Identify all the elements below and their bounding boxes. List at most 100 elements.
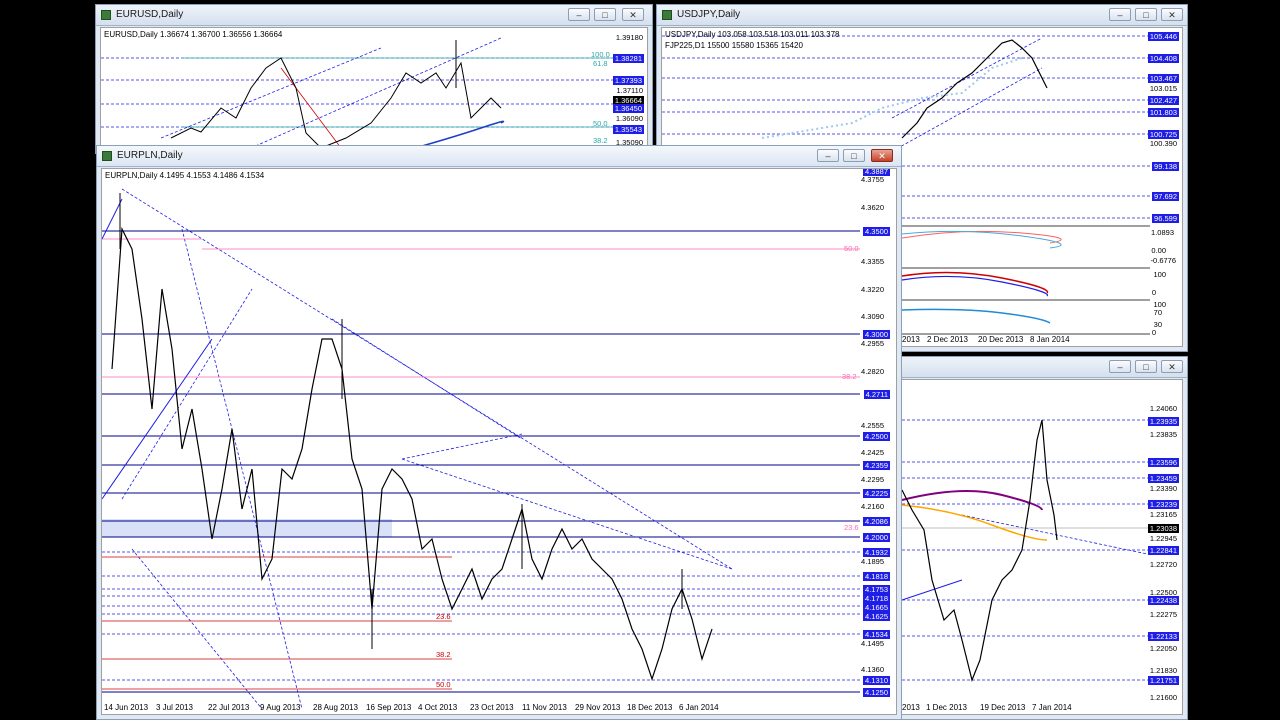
- eurusd-titlebar[interactable]: EURUSD,Daily – □ ✕: [96, 5, 652, 26]
- price-label: 4.2955: [861, 339, 884, 348]
- price-tag: 1.22841: [1147, 546, 1179, 555]
- time-label: 29 Nov 2013: [575, 703, 621, 712]
- price-label: 4.2425: [861, 448, 884, 457]
- price-tag: 105.446: [1147, 32, 1179, 41]
- price-tag: 104.408: [1147, 54, 1179, 63]
- close-button[interactable]: ✕: [622, 8, 644, 21]
- maximize-button[interactable]: □: [843, 149, 865, 162]
- price-tag: 1.37393: [612, 76, 644, 85]
- price-label: 4.3090: [861, 312, 884, 321]
- price-label: 1.23390: [1149, 484, 1177, 493]
- eurpln-window[interactable]: EURPLN,Daily – □ ✕ EURPLN,Daily 4.1495 4…: [96, 145, 902, 720]
- osc-label: 0.00: [1151, 246, 1166, 255]
- price-tag: 1.23935: [1147, 417, 1179, 426]
- price-tag: 4.1665: [863, 603, 890, 612]
- price-tag: 1.23459: [1147, 474, 1179, 483]
- osc-label: 0: [1151, 288, 1156, 297]
- close-button[interactable]: ✕: [1161, 360, 1183, 373]
- price-tag: 1.23239: [1147, 500, 1179, 509]
- price-label: 1.23835: [1149, 430, 1177, 439]
- eurusd-window[interactable]: EURUSD,Daily – □ ✕ EURUSD,Daily 1.36674 …: [95, 4, 653, 154]
- time-label: 9 Aug 2013: [260, 703, 301, 712]
- time-label: 2013: [902, 335, 920, 344]
- current-price-tag: 1.23038: [1147, 524, 1179, 533]
- minimize-button[interactable]: –: [1109, 8, 1131, 21]
- price-tag: 1.23596: [1147, 458, 1179, 467]
- price-tag: 4.2500: [863, 432, 890, 441]
- fib-label: 23.6: [844, 523, 859, 532]
- time-label: 20 Dec 2013: [978, 335, 1024, 344]
- price-label: 4.2295: [861, 475, 884, 484]
- price-label: 1.23165: [1149, 510, 1177, 519]
- maximize-button[interactable]: □: [594, 8, 616, 21]
- price-tag: 4.1818: [863, 572, 890, 581]
- eurpln-titlebar[interactable]: EURPLN,Daily – □ ✕: [97, 146, 901, 167]
- time-label: 6 Jan 2014: [679, 703, 719, 712]
- time-label: 2013: [902, 703, 920, 712]
- price-tag: 4.2000: [863, 533, 890, 542]
- chart-window-icon: [102, 151, 112, 161]
- time-label: 1 Dec 2013: [926, 703, 967, 712]
- time-label: 8 Jan 2014: [1030, 335, 1070, 344]
- price-label: 4.1895: [861, 557, 884, 566]
- price-tag: 1.38281: [612, 54, 644, 63]
- price-tag: 99.138: [1152, 162, 1179, 171]
- price-label: 4.3620: [861, 203, 884, 212]
- price-label: 1.37110: [616, 86, 643, 95]
- osc-label: 100: [1153, 270, 1166, 279]
- window-title: EURUSD,Daily: [116, 9, 184, 20]
- maximize-button[interactable]: □: [1135, 8, 1157, 21]
- price-label: 1.36090: [615, 114, 643, 123]
- price-tag: 102.427: [1147, 96, 1179, 105]
- time-label: 16 Sep 2013: [366, 703, 412, 712]
- price-tag: 1.22438: [1147, 596, 1179, 605]
- price-tag: 101.803: [1147, 108, 1179, 117]
- maximize-button[interactable]: □: [1135, 360, 1157, 373]
- price-label: 4.3355: [861, 257, 884, 266]
- time-label: 3 Jul 2013: [156, 703, 193, 712]
- price-label: 4.1495: [861, 639, 884, 648]
- price-tag: 4.2225: [863, 489, 890, 498]
- window-title: USDJPY,Daily: [677, 9, 741, 20]
- chart-window-icon: [662, 10, 672, 20]
- price-label: 4.2160: [861, 502, 884, 511]
- price-label: 1.21830: [1149, 666, 1177, 675]
- time-label: 4 Oct 2013: [418, 703, 458, 712]
- osc-label: 70: [1153, 308, 1162, 317]
- price-tag: 1.22133: [1147, 632, 1179, 641]
- minimize-button[interactable]: –: [568, 8, 590, 21]
- price-tag: 96.599: [1152, 214, 1179, 223]
- price-label: 100.390: [1149, 139, 1177, 148]
- fib-label: 23.6: [436, 612, 451, 621]
- eurpln-chart-svg: [102, 188, 860, 710]
- time-label: 7 Jan 2014: [1032, 703, 1072, 712]
- time-label: 18 Dec 2013: [627, 703, 673, 712]
- price-label: 4.1360: [861, 665, 884, 674]
- fib-label: 38.2: [842, 372, 857, 381]
- price-tag: 100.725: [1147, 130, 1179, 139]
- eurpln-chart-area[interactable]: EURPLN,Daily 4.1495 4.1553 4.1486 4.1534: [101, 168, 897, 715]
- price-tag: 4.2086: [863, 517, 890, 526]
- price-tag: 103.467: [1147, 74, 1179, 83]
- eurusd-chart-svg: [101, 37, 616, 148]
- fib-label: 38.2: [593, 136, 608, 145]
- osc-label: 1.0893: [1151, 228, 1174, 237]
- time-label: 23 Oct 2013: [470, 703, 514, 712]
- price-label: 1.39180: [615, 33, 643, 42]
- fib-label: 50.0: [844, 244, 859, 253]
- usdjpy-titlebar[interactable]: USDJPY,Daily – □ ✕: [657, 5, 1187, 26]
- price-label: 4.2820: [861, 367, 884, 376]
- price-tag: 1.21751: [1147, 676, 1179, 685]
- time-label: 14 Jun 2013: [104, 703, 149, 712]
- fib-label: 38.2: [436, 650, 451, 659]
- osc-label: -0.6776: [1150, 256, 1176, 265]
- close-button[interactable]: ✕: [1161, 8, 1183, 21]
- minimize-button[interactable]: –: [817, 149, 839, 162]
- price-label: 1.22720: [1149, 560, 1177, 569]
- close-button[interactable]: ✕: [871, 149, 893, 162]
- minimize-button[interactable]: –: [1109, 360, 1131, 373]
- chart-window-icon: [101, 10, 111, 20]
- price-tag: 4.3887: [863, 168, 890, 176]
- eurusd-chart-area[interactable]: EURUSD,Daily 1.36674 1.36700 1.36556 1.3…: [100, 27, 648, 149]
- price-tag: 97.692: [1152, 192, 1179, 201]
